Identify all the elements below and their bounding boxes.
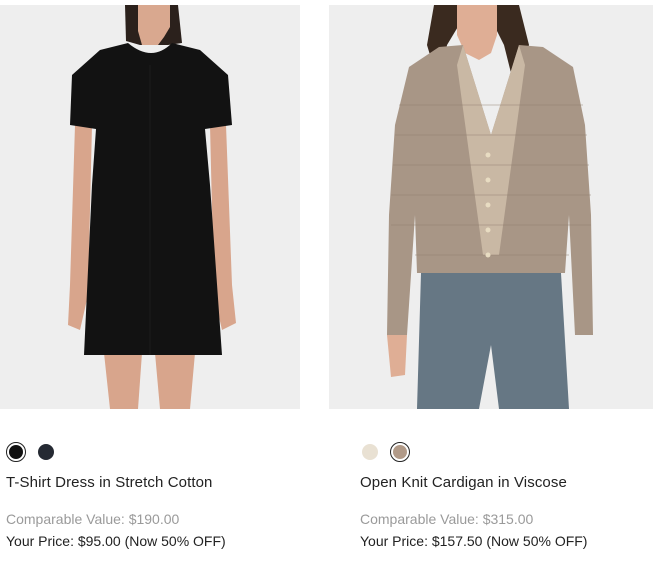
- swatch-color-dot: [393, 445, 407, 459]
- color-swatches: [360, 442, 410, 462]
- swatch-color-dot: [362, 444, 378, 460]
- swatch-navy[interactable]: [36, 442, 56, 462]
- your-price: Your Price: $95.00 (Now 50% OFF): [6, 533, 226, 549]
- comparable-value: Comparable Value: $190.00: [6, 511, 180, 527]
- comparable-value: Comparable Value: $315.00: [360, 511, 534, 527]
- swatch-taupe[interactable]: [390, 442, 410, 462]
- product-image-cardigan[interactable]: [329, 5, 653, 409]
- product-image-dress[interactable]: [0, 5, 300, 409]
- your-price: Your Price: $157.50 (Now 50% OFF): [360, 533, 588, 549]
- swatch-color-dot: [9, 445, 23, 459]
- color-swatches: [6, 442, 56, 462]
- swatch-black[interactable]: [6, 442, 26, 462]
- product-name[interactable]: Open Knit Cardigan in Viscose: [360, 474, 567, 491]
- product-name[interactable]: T-Shirt Dress in Stretch Cotton: [6, 474, 213, 491]
- swatch-color-dot: [38, 444, 54, 460]
- swatch-cream[interactable]: [360, 442, 380, 462]
